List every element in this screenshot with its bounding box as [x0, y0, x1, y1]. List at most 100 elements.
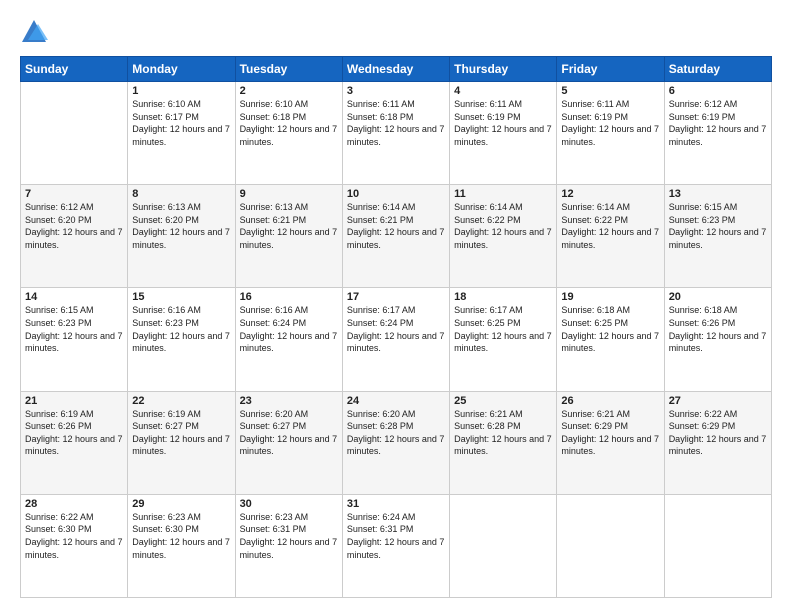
- weekday-header: Sunday: [21, 57, 128, 82]
- calendar-cell: 29Sunrise: 6:23 AM Sunset: 6:30 PM Dayli…: [128, 494, 235, 597]
- day-number: 14: [25, 291, 123, 303]
- day-number: 5: [561, 85, 659, 97]
- calendar-cell: [664, 494, 771, 597]
- calendar-cell: 1Sunrise: 6:10 AM Sunset: 6:17 PM Daylig…: [128, 82, 235, 185]
- day-info: Sunrise: 6:24 AM Sunset: 6:31 PM Dayligh…: [347, 511, 445, 561]
- header: [20, 18, 772, 46]
- calendar-cell: 27Sunrise: 6:22 AM Sunset: 6:29 PM Dayli…: [664, 391, 771, 494]
- calendar-cell: 26Sunrise: 6:21 AM Sunset: 6:29 PM Dayli…: [557, 391, 664, 494]
- calendar-cell: 22Sunrise: 6:19 AM Sunset: 6:27 PM Dayli…: [128, 391, 235, 494]
- weekday-header: Friday: [557, 57, 664, 82]
- calendar-cell: 20Sunrise: 6:18 AM Sunset: 6:26 PM Dayli…: [664, 288, 771, 391]
- day-number: 11: [454, 188, 552, 200]
- day-number: 9: [240, 188, 338, 200]
- calendar-cell: 31Sunrise: 6:24 AM Sunset: 6:31 PM Dayli…: [342, 494, 449, 597]
- calendar-week-row: 14Sunrise: 6:15 AM Sunset: 6:23 PM Dayli…: [21, 288, 772, 391]
- day-number: 4: [454, 85, 552, 97]
- weekday-header-row: SundayMondayTuesdayWednesdayThursdayFrid…: [21, 57, 772, 82]
- day-info: Sunrise: 6:22 AM Sunset: 6:30 PM Dayligh…: [25, 511, 123, 561]
- day-info: Sunrise: 6:17 AM Sunset: 6:24 PM Dayligh…: [347, 304, 445, 354]
- day-number: 7: [25, 188, 123, 200]
- calendar-cell: 28Sunrise: 6:22 AM Sunset: 6:30 PM Dayli…: [21, 494, 128, 597]
- day-number: 22: [132, 395, 230, 407]
- day-number: 21: [25, 395, 123, 407]
- day-info: Sunrise: 6:18 AM Sunset: 6:26 PM Dayligh…: [669, 304, 767, 354]
- calendar-cell: 16Sunrise: 6:16 AM Sunset: 6:24 PM Dayli…: [235, 288, 342, 391]
- day-number: 16: [240, 291, 338, 303]
- day-number: 12: [561, 188, 659, 200]
- day-info: Sunrise: 6:11 AM Sunset: 6:19 PM Dayligh…: [454, 98, 552, 148]
- weekday-header: Thursday: [450, 57, 557, 82]
- calendar-cell: 14Sunrise: 6:15 AM Sunset: 6:23 PM Dayli…: [21, 288, 128, 391]
- calendar-cell: [557, 494, 664, 597]
- calendar-cell: 15Sunrise: 6:16 AM Sunset: 6:23 PM Dayli…: [128, 288, 235, 391]
- day-number: 26: [561, 395, 659, 407]
- calendar-cell: [450, 494, 557, 597]
- day-info: Sunrise: 6:10 AM Sunset: 6:17 PM Dayligh…: [132, 98, 230, 148]
- day-number: 19: [561, 291, 659, 303]
- calendar-cell: 11Sunrise: 6:14 AM Sunset: 6:22 PM Dayli…: [450, 185, 557, 288]
- calendar-cell: 10Sunrise: 6:14 AM Sunset: 6:21 PM Dayli…: [342, 185, 449, 288]
- day-number: 23: [240, 395, 338, 407]
- page: SundayMondayTuesdayWednesdayThursdayFrid…: [0, 0, 792, 612]
- day-info: Sunrise: 6:16 AM Sunset: 6:24 PM Dayligh…: [240, 304, 338, 354]
- logo-icon: [20, 18, 48, 46]
- calendar-cell: 18Sunrise: 6:17 AM Sunset: 6:25 PM Dayli…: [450, 288, 557, 391]
- day-info: Sunrise: 6:19 AM Sunset: 6:26 PM Dayligh…: [25, 408, 123, 458]
- day-info: Sunrise: 6:23 AM Sunset: 6:30 PM Dayligh…: [132, 511, 230, 561]
- day-info: Sunrise: 6:16 AM Sunset: 6:23 PM Dayligh…: [132, 304, 230, 354]
- day-info: Sunrise: 6:10 AM Sunset: 6:18 PM Dayligh…: [240, 98, 338, 148]
- day-info: Sunrise: 6:15 AM Sunset: 6:23 PM Dayligh…: [25, 304, 123, 354]
- day-number: 10: [347, 188, 445, 200]
- calendar-week-row: 28Sunrise: 6:22 AM Sunset: 6:30 PM Dayli…: [21, 494, 772, 597]
- day-info: Sunrise: 6:13 AM Sunset: 6:20 PM Dayligh…: [132, 201, 230, 251]
- calendar-cell: 3Sunrise: 6:11 AM Sunset: 6:18 PM Daylig…: [342, 82, 449, 185]
- day-info: Sunrise: 6:11 AM Sunset: 6:18 PM Dayligh…: [347, 98, 445, 148]
- day-info: Sunrise: 6:14 AM Sunset: 6:21 PM Dayligh…: [347, 201, 445, 251]
- day-number: 1: [132, 85, 230, 97]
- day-number: 24: [347, 395, 445, 407]
- calendar-cell: 12Sunrise: 6:14 AM Sunset: 6:22 PM Dayli…: [557, 185, 664, 288]
- day-number: 8: [132, 188, 230, 200]
- day-info: Sunrise: 6:12 AM Sunset: 6:20 PM Dayligh…: [25, 201, 123, 251]
- day-info: Sunrise: 6:19 AM Sunset: 6:27 PM Dayligh…: [132, 408, 230, 458]
- day-number: 13: [669, 188, 767, 200]
- weekday-header: Monday: [128, 57, 235, 82]
- calendar-cell: [21, 82, 128, 185]
- calendar-week-row: 7Sunrise: 6:12 AM Sunset: 6:20 PM Daylig…: [21, 185, 772, 288]
- day-number: 30: [240, 498, 338, 510]
- weekday-header: Tuesday: [235, 57, 342, 82]
- day-info: Sunrise: 6:20 AM Sunset: 6:28 PM Dayligh…: [347, 408, 445, 458]
- day-info: Sunrise: 6:23 AM Sunset: 6:31 PM Dayligh…: [240, 511, 338, 561]
- day-number: 27: [669, 395, 767, 407]
- calendar-cell: 30Sunrise: 6:23 AM Sunset: 6:31 PM Dayli…: [235, 494, 342, 597]
- calendar-cell: 4Sunrise: 6:11 AM Sunset: 6:19 PM Daylig…: [450, 82, 557, 185]
- day-info: Sunrise: 6:14 AM Sunset: 6:22 PM Dayligh…: [454, 201, 552, 251]
- calendar-cell: 8Sunrise: 6:13 AM Sunset: 6:20 PM Daylig…: [128, 185, 235, 288]
- calendar-cell: 25Sunrise: 6:21 AM Sunset: 6:28 PM Dayli…: [450, 391, 557, 494]
- day-number: 18: [454, 291, 552, 303]
- day-info: Sunrise: 6:22 AM Sunset: 6:29 PM Dayligh…: [669, 408, 767, 458]
- day-number: 17: [347, 291, 445, 303]
- day-info: Sunrise: 6:21 AM Sunset: 6:29 PM Dayligh…: [561, 408, 659, 458]
- calendar-table: SundayMondayTuesdayWednesdayThursdayFrid…: [20, 56, 772, 598]
- calendar-week-row: 1Sunrise: 6:10 AM Sunset: 6:17 PM Daylig…: [21, 82, 772, 185]
- weekday-header: Wednesday: [342, 57, 449, 82]
- calendar-week-row: 21Sunrise: 6:19 AM Sunset: 6:26 PM Dayli…: [21, 391, 772, 494]
- calendar-cell: 19Sunrise: 6:18 AM Sunset: 6:25 PM Dayli…: [557, 288, 664, 391]
- weekday-header: Saturday: [664, 57, 771, 82]
- day-info: Sunrise: 6:12 AM Sunset: 6:19 PM Dayligh…: [669, 98, 767, 148]
- day-info: Sunrise: 6:18 AM Sunset: 6:25 PM Dayligh…: [561, 304, 659, 354]
- day-info: Sunrise: 6:11 AM Sunset: 6:19 PM Dayligh…: [561, 98, 659, 148]
- calendar-cell: 13Sunrise: 6:15 AM Sunset: 6:23 PM Dayli…: [664, 185, 771, 288]
- day-number: 20: [669, 291, 767, 303]
- day-number: 29: [132, 498, 230, 510]
- day-number: 15: [132, 291, 230, 303]
- day-info: Sunrise: 6:14 AM Sunset: 6:22 PM Dayligh…: [561, 201, 659, 251]
- calendar-cell: 6Sunrise: 6:12 AM Sunset: 6:19 PM Daylig…: [664, 82, 771, 185]
- calendar-cell: 17Sunrise: 6:17 AM Sunset: 6:24 PM Dayli…: [342, 288, 449, 391]
- day-info: Sunrise: 6:17 AM Sunset: 6:25 PM Dayligh…: [454, 304, 552, 354]
- day-number: 31: [347, 498, 445, 510]
- logo: [20, 18, 52, 46]
- day-info: Sunrise: 6:13 AM Sunset: 6:21 PM Dayligh…: [240, 201, 338, 251]
